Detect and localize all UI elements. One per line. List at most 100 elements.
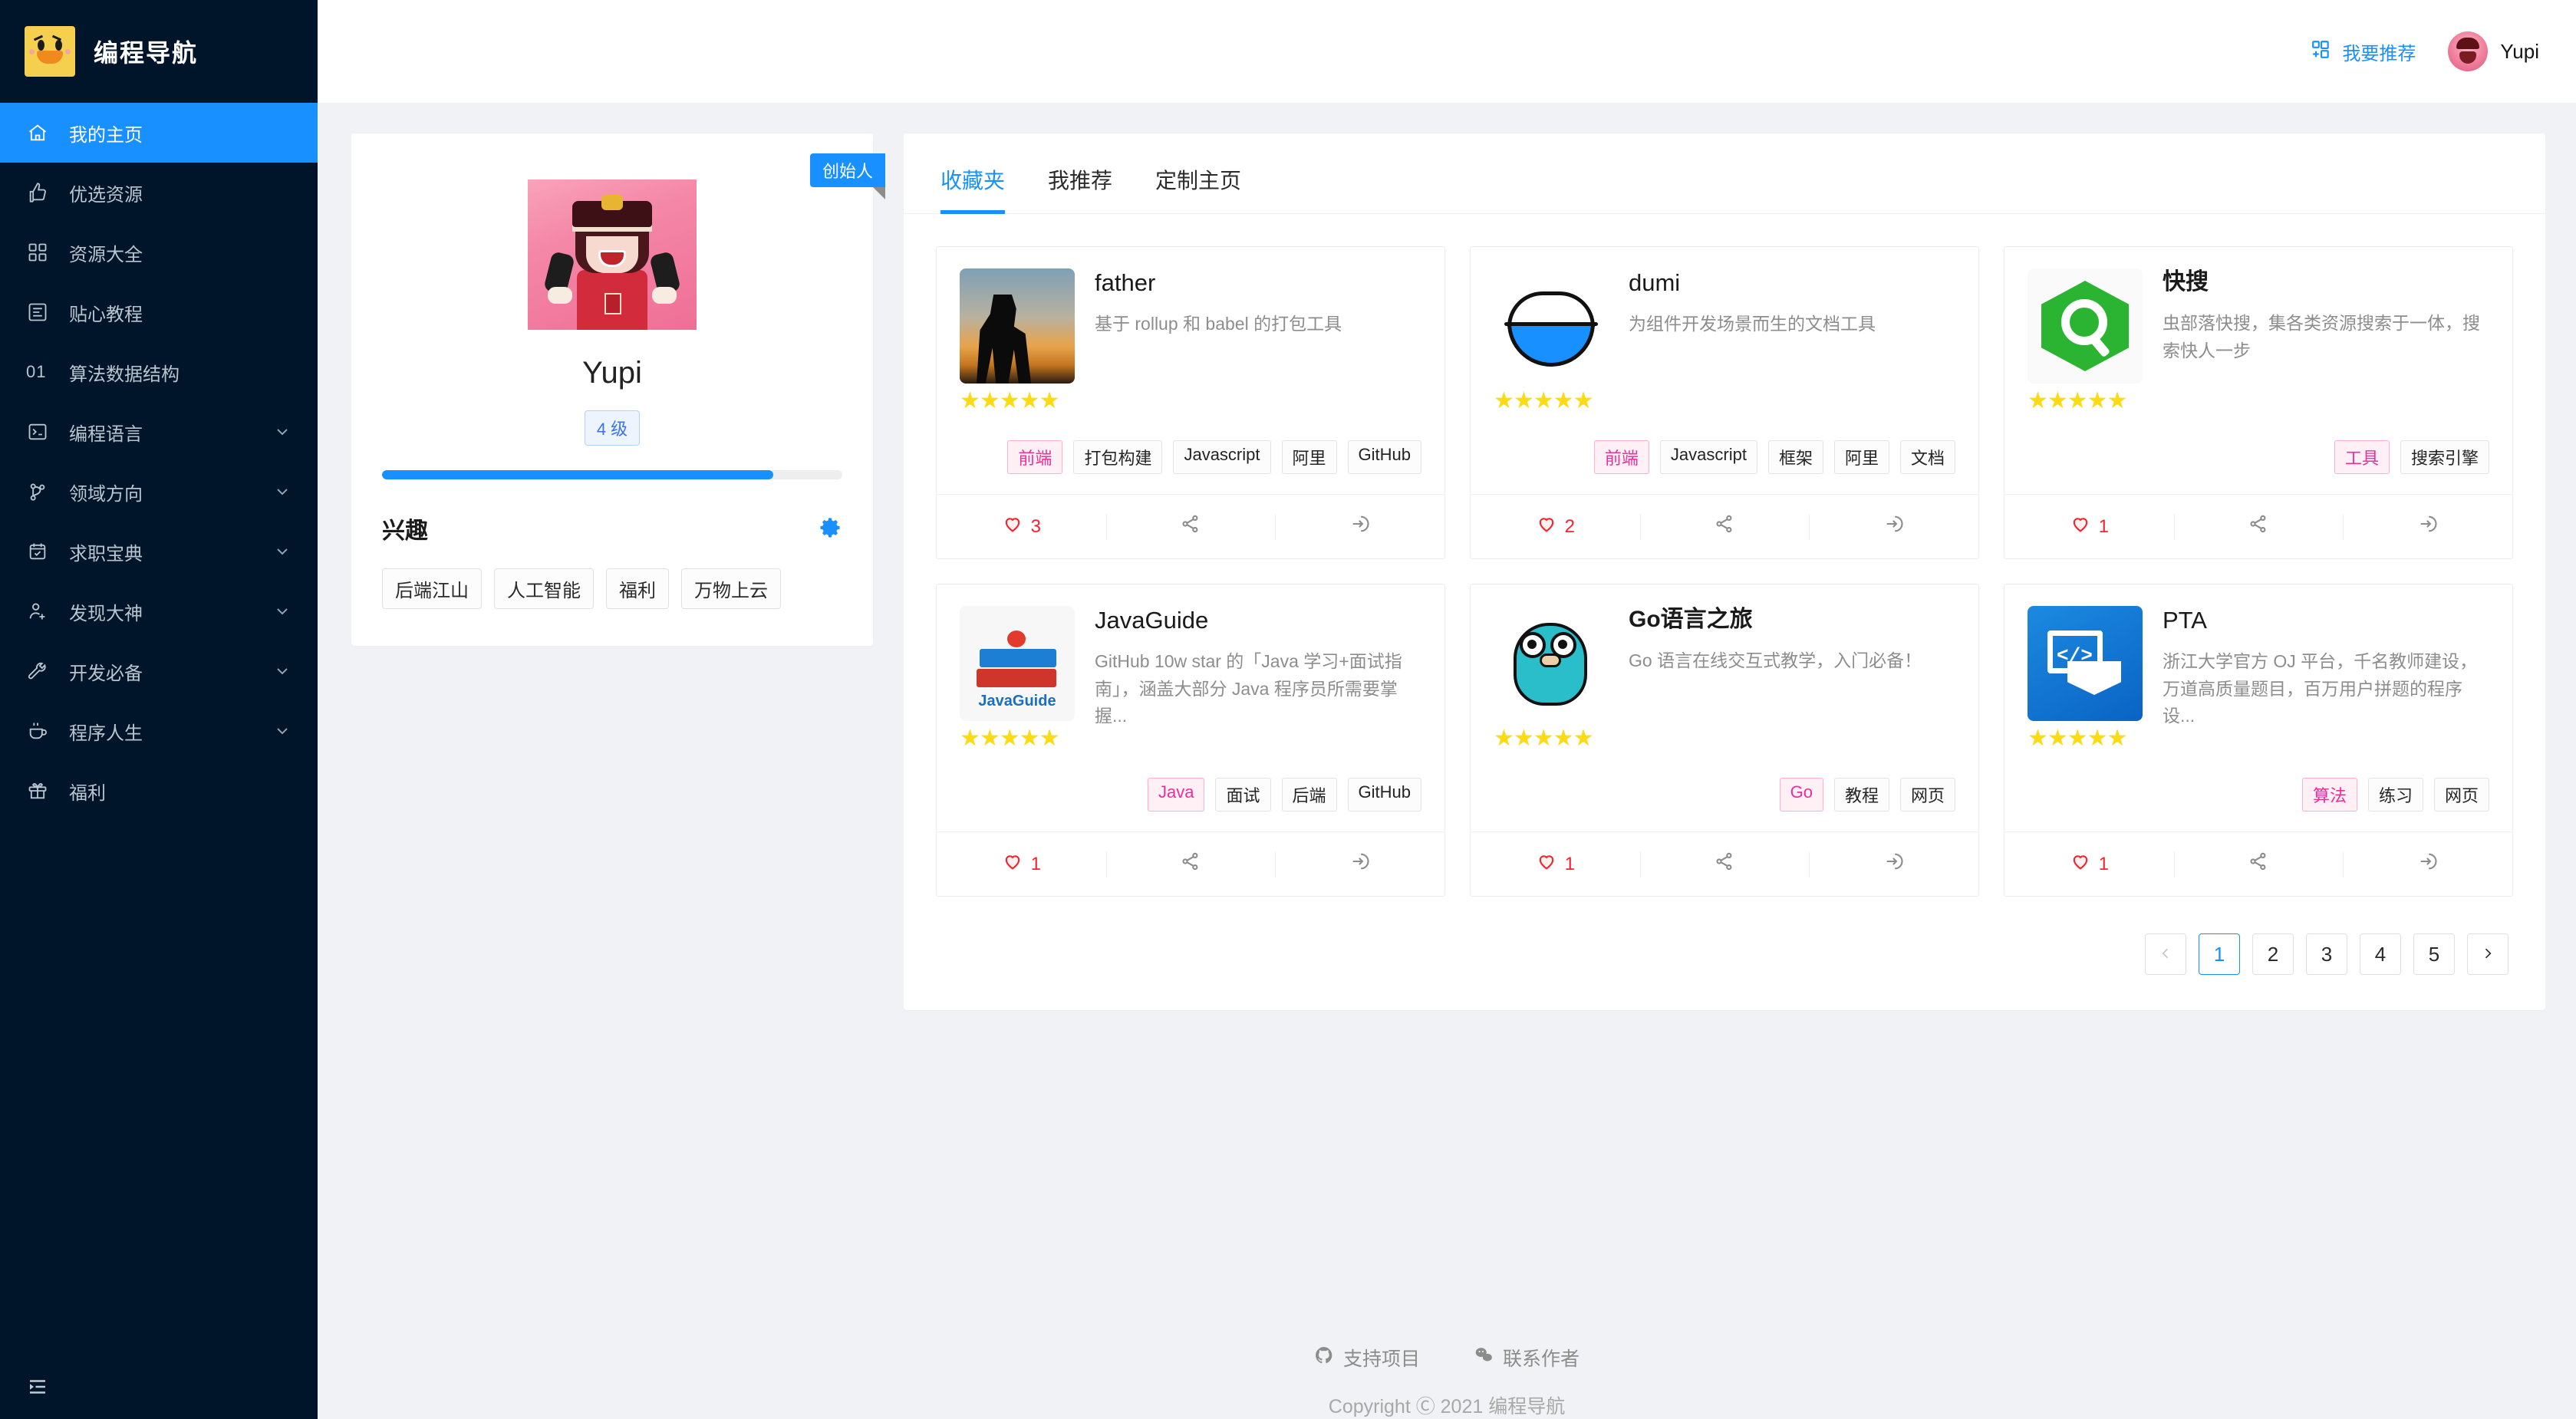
pagination-page-4[interactable]: 4	[2360, 933, 2401, 975]
rating-stars: ★★★★★	[2028, 390, 2143, 413]
like-button[interactable]: 1	[2004, 851, 2174, 877]
sidebar-item-discover[interactable]: 发现大神	[0, 581, 318, 641]
like-button[interactable]: 3	[937, 513, 1106, 540]
resource-tag[interactable]: 前端	[1594, 440, 1649, 474]
sidebar-item-benefits[interactable]: 福利	[0, 761, 318, 821]
footer-link-contact[interactable]: 联系作者	[1474, 1344, 1580, 1371]
gear-icon[interactable]	[818, 516, 842, 541]
pagination-page-3[interactable]: 3	[2306, 933, 2347, 975]
sidebar-item-curated[interactable]: 优选资源	[0, 163, 318, 222]
like-button[interactable]: 2	[1471, 513, 1640, 540]
rating-stars: ★★★★★	[960, 390, 1075, 413]
pta-logo: </>	[2028, 606, 2143, 721]
resource-tag[interactable]: 搜索引擎	[2400, 440, 2489, 474]
heart-icon	[2070, 513, 2091, 540]
interest-tag[interactable]: 后端江山	[382, 568, 482, 609]
resource-card[interactable]: ★★★★★father基于 rollup 和 babel 的打包工具前端打包构建…	[936, 246, 1445, 559]
sidebar-item-resources[interactable]: 资源大全	[0, 222, 318, 282]
main-area: 我要推荐 Yupi 创始人	[318, 0, 2576, 1419]
sidebar-collapse-button[interactable]	[0, 1358, 318, 1419]
open-button[interactable]	[1275, 851, 1444, 877]
resource-tag-list: 前端 Javascript 框架阿里文档	[1471, 440, 1978, 474]
interest-tag[interactable]: 人工智能	[494, 568, 594, 609]
like-button[interactable]: 1	[937, 851, 1106, 877]
sidebar-item-devtools[interactable]: 开发必备	[0, 641, 318, 701]
resource-tag[interactable]: 阿里	[1282, 440, 1337, 474]
open-button[interactable]	[1809, 513, 1978, 540]
pagination-page-2[interactable]: 2	[2252, 933, 2294, 975]
sidebar-item-tutorials[interactable]: 贴心教程	[0, 282, 318, 342]
resource-tag[interactable]: Javascript	[1660, 440, 1757, 474]
resource-tag[interactable]: Javascript	[1173, 440, 1270, 474]
recommend-button[interactable]: 我要推荐	[2311, 38, 2416, 65]
resource-tag[interactable]: 面试	[1215, 778, 1270, 812]
rating-stars: ★★★★★	[1494, 727, 1609, 750]
content: 创始人 Yupi 4 级	[318, 103, 2576, 1309]
sidebar-item-domains[interactable]: 领域方向	[0, 462, 318, 522]
resource-tag[interactable]: 打包构建	[1073, 440, 1162, 474]
pagination-page-5[interactable]: 5	[2413, 933, 2455, 975]
pagination-page-1[interactable]: 1	[2199, 933, 2240, 975]
book-icon	[26, 301, 49, 324]
resource-tag[interactable]: 阿里	[1834, 440, 1889, 474]
resource-tag[interactable]: GitHub	[1348, 440, 1421, 474]
resource-card-actions: 3	[937, 494, 1444, 558]
resource-card[interactable]: JavaGuide★★★★★JavaGuideGitHub 10w star 的…	[936, 584, 1445, 897]
resource-tag[interactable]: Go	[1780, 778, 1823, 812]
resource-card[interactable]: ★★★★★Go语言之旅Go 语言在线交互式教学，入门必备！Go教程网页1	[1470, 584, 1979, 897]
resource-tag[interactable]: 工具	[2334, 440, 2390, 474]
resource-tag[interactable]: 文档	[1900, 440, 1955, 474]
sidebar-item-algorithms[interactable]: 01 算法数据结构	[0, 342, 318, 402]
pagination-next[interactable]	[2467, 933, 2508, 975]
resource-card-left: ★★★★★	[1494, 606, 1609, 750]
share-icon	[1180, 851, 1201, 877]
tab-custom-homepage[interactable]: 定制主页	[1155, 164, 1241, 213]
share-button[interactable]	[1106, 513, 1276, 540]
footer-link-support[interactable]: 支持项目	[1314, 1344, 1420, 1371]
resource-card[interactable]: ★★★★★dumi为组件开发场景而生的文档工具前端Javascript框架阿里文…	[1470, 246, 1979, 559]
tab-favorites[interactable]: 收藏夹	[940, 164, 1005, 213]
appstore-add-icon	[2311, 39, 2331, 64]
resource-tag[interactable]: Java	[1148, 778, 1204, 812]
brand[interactable]: 编程导航	[0, 0, 318, 103]
like-button[interactable]: 1	[1471, 851, 1640, 877]
share-button[interactable]	[1640, 851, 1810, 877]
pagination-prev[interactable]	[2145, 933, 2186, 975]
sidebar-item-languages[interactable]: 编程语言	[0, 402, 318, 462]
resource-tag[interactable]: 算法	[2302, 778, 2357, 812]
resource-tag[interactable]: 练习	[2368, 778, 2423, 812]
resource-card[interactable]: </>★★★★★PTA浙江大学官方 OJ 平台，千名教师建设，万道高质量题目，百…	[2004, 584, 2513, 897]
share-button[interactable]	[2174, 851, 2344, 877]
resource-description: 为组件开发场景而生的文档工具	[1629, 311, 1955, 338]
open-button[interactable]	[2343, 851, 2512, 877]
resource-description: 基于 rollup 和 babel 的打包工具	[1095, 311, 1421, 338]
chevron-down-icon	[273, 722, 292, 740]
open-button[interactable]	[1809, 851, 1978, 877]
share-button[interactable]	[2174, 513, 2344, 540]
resource-tag[interactable]: 网页	[2434, 778, 2489, 812]
resource-tag[interactable]: GitHub	[1348, 778, 1421, 812]
interest-title: 兴趣	[382, 512, 428, 545]
sidebar-item-home[interactable]: 我的主页	[0, 103, 318, 163]
resource-tag[interactable]: 网页	[1900, 778, 1955, 812]
profile-card: 创始人 Yupi 4 级	[351, 133, 873, 646]
sidebar-item-jobs[interactable]: 求职宝典	[0, 522, 318, 581]
resource-tag[interactable]: 框架	[1768, 440, 1823, 474]
share-button[interactable]	[1640, 513, 1810, 540]
resource-tag[interactable]: 教程	[1834, 778, 1889, 812]
dumi-logo	[1494, 268, 1609, 384]
resource-tag[interactable]: 前端	[1007, 440, 1062, 474]
interest-tag[interactable]: 万物上云	[681, 568, 781, 609]
user-menu[interactable]: Yupi	[2448, 31, 2539, 71]
open-button[interactable]	[2343, 513, 2512, 540]
open-button[interactable]	[1275, 513, 1444, 540]
resource-tag[interactable]: 后端	[1282, 778, 1337, 812]
sidebar-item-label: 开发必备	[69, 658, 253, 685]
tab-my-recommendations[interactable]: 我推荐	[1048, 164, 1112, 213]
sidebar-item-life[interactable]: 程序人生	[0, 701, 318, 761]
resource-card-right: JavaGuideGitHub 10w star 的「Java 学习+面试指南」…	[1095, 606, 1421, 750]
share-button[interactable]	[1106, 851, 1276, 877]
like-button[interactable]: 1	[2004, 513, 2174, 540]
interest-tag[interactable]: 福利	[606, 568, 669, 609]
resource-card[interactable]: ★★★★★快搜虫部落快搜，集各类资源搜索于一体，搜索快人一步工具搜索引擎1	[2004, 246, 2513, 559]
